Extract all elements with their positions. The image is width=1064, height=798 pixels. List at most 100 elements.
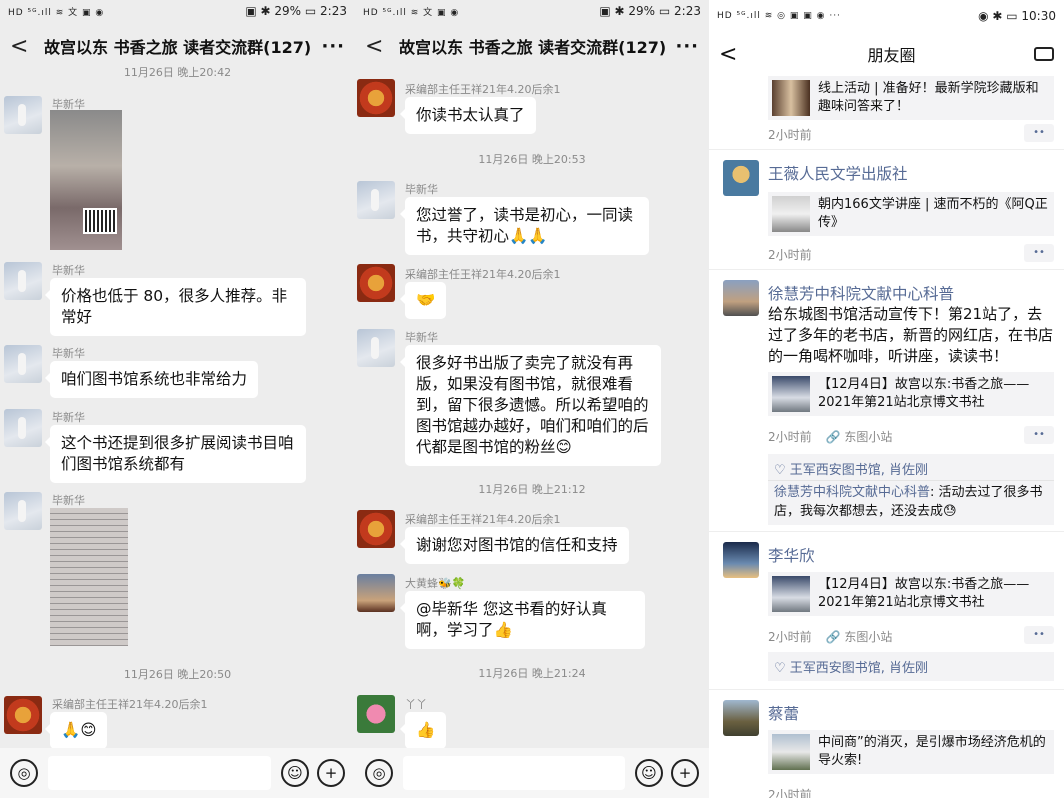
avatar[interactable] bbox=[357, 264, 395, 302]
sender-name: 采编部主任王祥21年4.20后余1 bbox=[52, 698, 208, 711]
sender-name: 毕新华 bbox=[52, 347, 85, 360]
link-thumbnail bbox=[772, 576, 810, 612]
shared-link[interactable]: 朝内166文学讲座 | 速而不朽的《阿Q正传》 bbox=[768, 192, 1054, 236]
poster-name[interactable]: 蔡蕾 bbox=[768, 702, 799, 724]
post-meta: 2小时前 🔗 东图小站 bbox=[768, 428, 892, 445]
shared-link[interactable]: 【12月4日】故宫以东:书香之旅——2021年第21站北京博文书社 bbox=[768, 372, 1054, 416]
message-bubble[interactable]: 这个书还提到很多扩展阅读书目咱们图书馆系统都有 bbox=[45, 425, 306, 483]
shared-link[interactable]: 【12月4日】故宫以东:书香之旅——2021年第21站北京博文书社 bbox=[768, 572, 1054, 616]
chat-title: 故宫以东 书香之旅 读者交流群(127) bbox=[399, 38, 667, 57]
message-bubble[interactable]: 谢谢您对图书馆的信任和支持 bbox=[400, 527, 629, 564]
likes-list[interactable]: ♡ 王军西安图书馆, 肖佐刚 bbox=[768, 454, 1054, 483]
message-bubble[interactable]: 很多好书出版了卖完了就没有再版，如果没有图书馆，就很难看到，留下很多遗憾。所以希… bbox=[400, 345, 661, 466]
avatar[interactable] bbox=[357, 574, 395, 612]
back-icon[interactable]: < bbox=[10, 34, 32, 59]
poster-name[interactable]: 徐慧芳中科院文献中心科普 bbox=[768, 282, 954, 304]
more-actions-icon[interactable]: •• bbox=[1024, 426, 1054, 444]
sender-name: 毕新华 bbox=[52, 494, 85, 507]
message-bubble[interactable]: 咱们图书馆系统也非常给力 bbox=[44, 361, 259, 398]
chat-title: 故宫以东 书香之旅 读者交流群(127) bbox=[44, 38, 312, 57]
poster-name[interactable]: 李华欣 bbox=[768, 544, 815, 566]
voice-icon[interactable]: ◎ bbox=[10, 759, 38, 787]
message-bubble[interactable]: 您过誉了，读书是初心，一同读书，共守初心🙏🙏 bbox=[400, 197, 649, 255]
back-icon[interactable]: < bbox=[365, 34, 387, 59]
source-link[interactable]: 🔗 东图小站 bbox=[826, 630, 893, 644]
avatar[interactable] bbox=[723, 160, 759, 196]
shared-link[interactable]: 中间商”的消灭，是引爆市场经济危机的导火索! bbox=[768, 730, 1054, 774]
page-photo[interactable] bbox=[50, 508, 128, 646]
avatar[interactable] bbox=[357, 181, 395, 219]
back-icon[interactable]: < bbox=[719, 42, 749, 67]
message-input[interactable] bbox=[48, 756, 271, 790]
more-actions-icon[interactable]: •• bbox=[1024, 626, 1054, 644]
moments-header: < 朋友圈 bbox=[709, 32, 1064, 76]
sender-name: 毕新华 bbox=[52, 411, 85, 424]
status-icons-right: ▣ ✱ 29% ▭ 2:23 bbox=[599, 4, 701, 18]
message-bubble[interactable]: 价格也低于 80，很多人推荐。非常好 bbox=[45, 278, 306, 336]
sender-name: 毕新华 bbox=[405, 183, 438, 196]
status-icons-left: HD ⁵ᴳ.ıll ≋ 文 ▣ ◉ bbox=[363, 7, 460, 18]
camera-icon[interactable] bbox=[1034, 47, 1054, 61]
link-title: 朝内166文学讲座 | 速而不朽的《阿Q正传》 bbox=[818, 197, 1048, 230]
status-bar: HD ⁵ᴳ.ıll ≋ 文 ▣ ◉ ▣ ✱ 29% ▭ 2:23 bbox=[355, 0, 709, 22]
chat-header: < 故宫以东 书香之旅 读者交流群(127) ··· bbox=[355, 22, 709, 70]
avatar[interactable] bbox=[4, 492, 42, 530]
plus-icon[interactable]: + bbox=[317, 759, 345, 787]
timestamp: 11月26日 晚上20:42 bbox=[123, 66, 232, 79]
post-time: 2小时前 bbox=[768, 128, 812, 142]
avatar[interactable] bbox=[723, 700, 759, 736]
message-input[interactable] bbox=[403, 756, 625, 790]
message-bubble[interactable]: 🙏😊 bbox=[44, 712, 108, 749]
message-bubble[interactable]: @毕新华 您这书看的好认真啊，学习了👍 bbox=[400, 591, 645, 649]
post-time: 2小时前 bbox=[768, 248, 812, 262]
link-title: 线上活动 | 准备好！最新学院珍藏版和趣味问答来了！ bbox=[818, 81, 1039, 114]
avatar[interactable] bbox=[4, 96, 42, 134]
source-link[interactable]: 🔗 东图小站 bbox=[826, 430, 893, 444]
moment-post: 蔡蕾 中间商”的消灭，是引爆市场经济危机的导火索! 2小时前 bbox=[709, 690, 1064, 798]
avatar[interactable] bbox=[357, 695, 395, 733]
avatar[interactable] bbox=[357, 510, 395, 548]
link-title: 【12月4日】故宫以东:书香之旅——2021年第21站北京博文书社 bbox=[818, 377, 1030, 410]
input-bar: ◎ ☺ + bbox=[355, 748, 709, 798]
avatar[interactable] bbox=[723, 542, 759, 578]
timestamp: 11月26日 晚上20:53 bbox=[478, 153, 586, 166]
sender-name: 丫丫 bbox=[405, 698, 427, 711]
avatar[interactable] bbox=[4, 262, 42, 300]
emoji-icon[interactable]: ☺ bbox=[281, 759, 309, 787]
emoji-icon[interactable]: ☺ bbox=[635, 759, 663, 787]
avatar[interactable] bbox=[357, 329, 395, 367]
more-actions-icon[interactable]: •• bbox=[1024, 244, 1054, 262]
avatar[interactable] bbox=[4, 696, 42, 734]
sender-name: 毕新华 bbox=[52, 264, 85, 277]
more-icon[interactable]: ··· bbox=[675, 36, 699, 57]
status-bar: HD ⁵ᴳ.ıll ≋ 文 ▣ ◉ ▣ ✱ 29% ▭ 2:23 bbox=[0, 0, 355, 22]
moment-post: 王薇人民文学出版社 朝内166文学讲座 | 速而不朽的《阿Q正传》 2小时前 •… bbox=[709, 150, 1064, 270]
sender-name: 大黄蜂🐝🍀 bbox=[405, 577, 466, 590]
more-icon[interactable]: ··· bbox=[321, 36, 345, 57]
message-bubble[interactable]: 🤝 bbox=[399, 282, 447, 319]
chat-header: < 故宫以东 书香之旅 读者交流群(127) ··· bbox=[0, 22, 355, 70]
avatar[interactable] bbox=[4, 345, 42, 383]
voice-icon[interactable]: ◎ bbox=[365, 759, 393, 787]
message-bubble[interactable]: 你读书太认真了 bbox=[400, 97, 536, 134]
avatar[interactable] bbox=[357, 79, 395, 117]
sender-name: 采编部主任王祥21年4.20后余1 bbox=[405, 513, 561, 526]
avatar[interactable] bbox=[4, 409, 42, 447]
message-bubble[interactable]: 👍 bbox=[399, 712, 447, 749]
status-icons-left: HD ⁵ᴳ.ıll ≋ 文 ▣ ◉ bbox=[8, 7, 105, 18]
more-actions-icon[interactable]: •• bbox=[1024, 124, 1054, 142]
plus-icon[interactable]: + bbox=[671, 759, 699, 787]
poster-name[interactable]: 王薇人民文学出版社 bbox=[768, 162, 908, 184]
sender-name: 采编部主任王祥21年4.20后余1 bbox=[405, 83, 561, 96]
post-time: 2小时前 bbox=[768, 788, 812, 798]
likes-list[interactable]: ♡ 王军西安图书馆, 肖佐刚 bbox=[768, 652, 1054, 681]
sender-name: 采编部主任王祥21年4.20后余1 bbox=[405, 268, 561, 281]
status-icons-right: ▣ ✱ 29% ▭ 2:23 bbox=[245, 4, 347, 18]
moments-title: 朋友圈 bbox=[867, 46, 916, 65]
shared-link[interactable]: 线上活动 | 准备好！最新学院珍藏版和趣味问答来了！ bbox=[768, 76, 1054, 120]
timestamp: 11月26日 晚上20:50 bbox=[123, 668, 232, 681]
chat-panel-middle: HD ⁵ᴳ.ıll ≋ 文 ▣ ◉ ▣ ✱ 29% ▭ 2:23 < 故宫以东 … bbox=[355, 0, 709, 798]
avatar[interactable] bbox=[723, 280, 759, 316]
comment-author[interactable]: 徐慧芳中科院文献中心科普 bbox=[774, 485, 930, 500]
link-thumbnail bbox=[772, 196, 810, 232]
